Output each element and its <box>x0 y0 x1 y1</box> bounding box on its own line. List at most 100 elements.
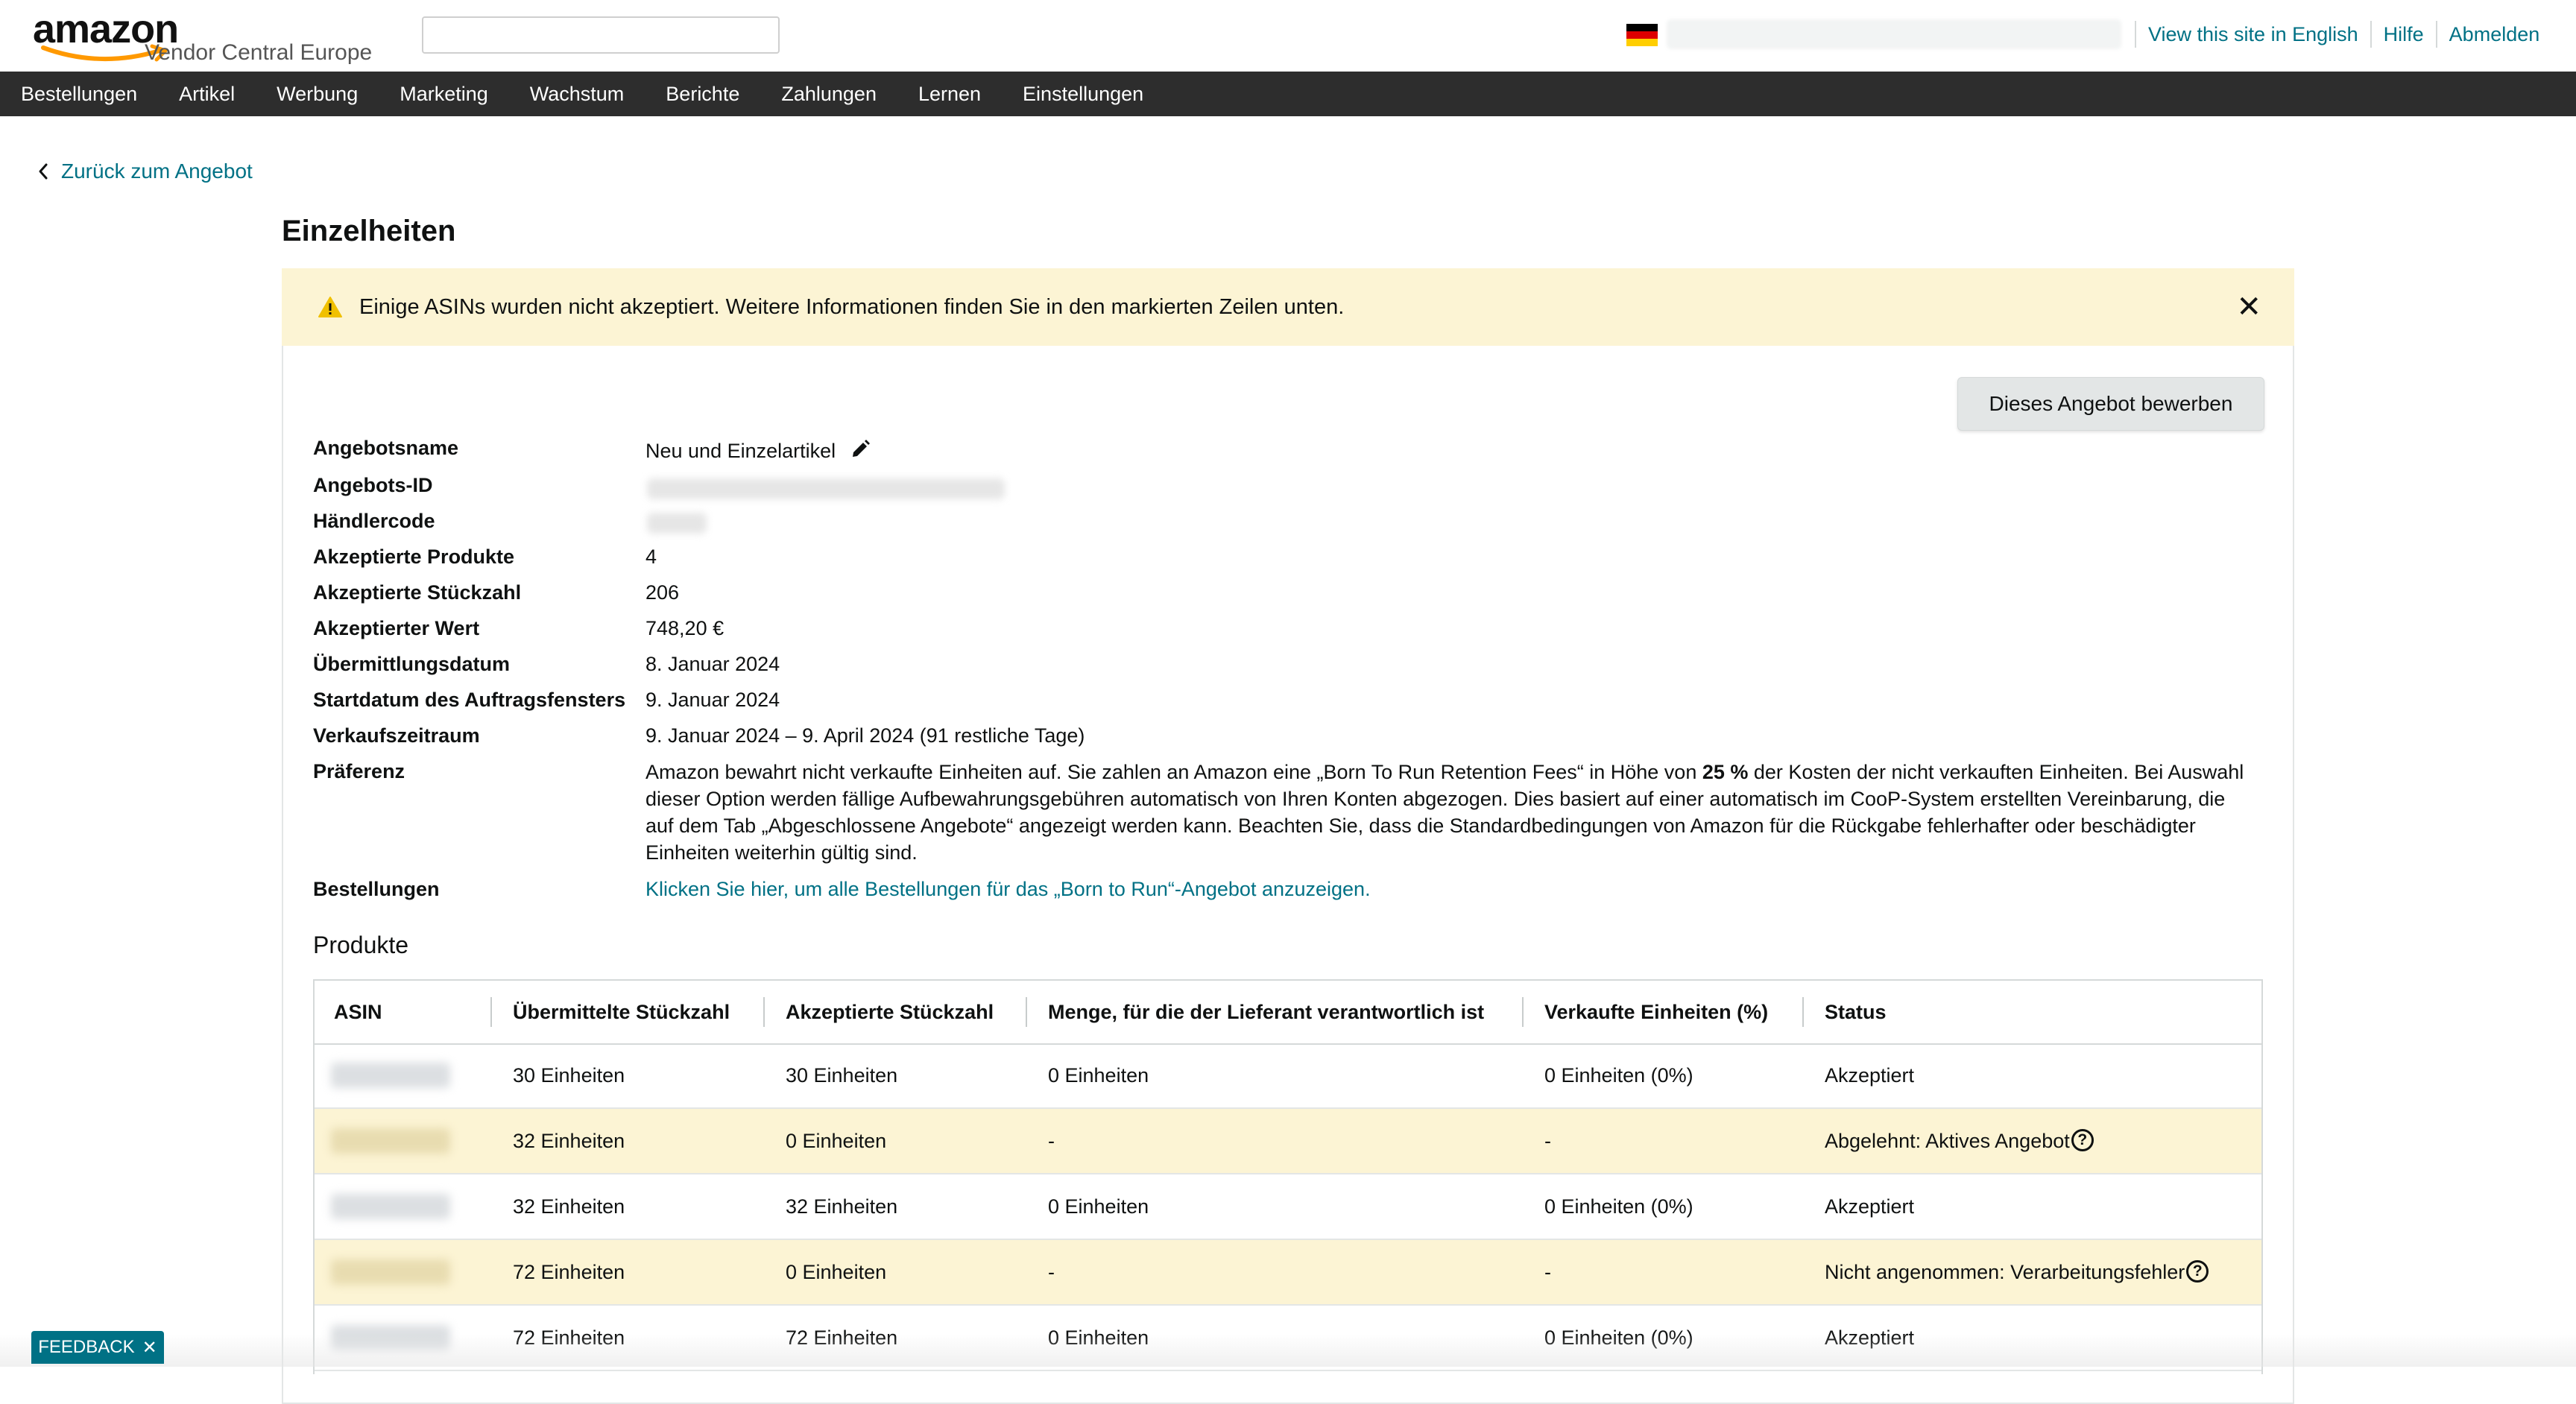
cell-responsible: 0 Einheiten <box>1048 1064 1149 1087</box>
value-offer-name: Neu und Einzelartikel <box>645 438 871 463</box>
cell-accepted: 0 Einheiten <box>786 1261 887 1283</box>
value-order-window-start: 9. Januar 2024 <box>645 689 780 711</box>
label-order-window-start: Startdatum des Auftragsfensters <box>313 689 626 711</box>
offer-name-text: Neu und Einzelartikel <box>645 440 836 462</box>
help-circle-icon[interactable]: ? <box>2071 1128 2094 1151</box>
cell-status: Akzeptiert <box>1825 1064 1915 1087</box>
cell-accepted: 72 Einheiten <box>786 1326 898 1349</box>
cell-sold: 0 Einheiten (0%) <box>1544 1326 1693 1349</box>
value-accepted-value: 748,20 € <box>645 617 724 639</box>
column-divider[interactable] <box>1802 997 1804 1027</box>
status-text: Abgelehnt: Aktives Angebot <box>1825 1130 2070 1152</box>
warning-alert: Einige ASINs wurden nicht akzeptiert. We… <box>282 268 2294 346</box>
column-divider[interactable] <box>1522 997 1524 1027</box>
asin-redacted <box>331 1063 450 1088</box>
cell-responsible: 0 Einheiten <box>1048 1326 1149 1349</box>
cell-submitted: 72 Einheiten <box>513 1261 625 1283</box>
cell-submitted: 32 Einheiten <box>513 1130 625 1152</box>
value-preference: Amazon bewahrt nicht verkaufte Einheiten… <box>645 759 2255 866</box>
feedback-tab[interactable]: FEEDBACK ✕ <box>31 1331 164 1364</box>
table-header: ASIN Übermittelte Stückzahl Akzeptierte … <box>315 981 2261 1045</box>
cell-accepted: 0 Einheiten <box>786 1130 887 1152</box>
page-title: Einzelheiten <box>282 215 456 247</box>
column-header-submitted[interactable]: Übermittelte Stückzahl <box>513 981 730 1043</box>
back-to-offer-link[interactable]: Zurück zum Angebot <box>37 159 253 183</box>
column-header-accepted[interactable]: Akzeptierte Stückzahl <box>786 981 994 1043</box>
products-table: ASIN Übermittelte Stückzahl Akzeptierte … <box>313 979 2263 1374</box>
label-accepted-value: Akzeptierter Wert <box>313 617 480 639</box>
value-accepted-products: 4 <box>645 546 657 568</box>
help-link[interactable]: Hilfe <box>2384 23 2424 46</box>
value-submission-date: 8. Januar 2024 <box>645 653 780 675</box>
cell-submitted: 30 Einheiten <box>513 1064 625 1087</box>
column-divider[interactable] <box>763 997 765 1027</box>
cell-responsible: 0 Einheiten <box>1048 1195 1149 1218</box>
column-header-status[interactable]: Status <box>1825 981 1887 1043</box>
feedback-label: FEEDBACK <box>38 1337 135 1357</box>
back-link-label: Zurück zum Angebot <box>61 159 253 183</box>
link-separator <box>2135 21 2136 48</box>
cell-status: Akzeptiert <box>1825 1326 1915 1349</box>
account-selector[interactable] <box>1667 19 2121 49</box>
table-row: 72 Einheiten 72 Einheiten 0 Einheiten 0 … <box>315 1306 2261 1371</box>
column-divider[interactable] <box>490 997 492 1027</box>
nav-item-learn[interactable]: Lernen <box>918 83 981 106</box>
main-nav: Bestellungen Artikel Werbung Marketing W… <box>0 72 2576 116</box>
nav-item-settings[interactable]: Einstellungen <box>1023 83 1143 106</box>
offer-id-redacted <box>647 478 1005 499</box>
logout-link[interactable]: Abmelden <box>2449 23 2540 46</box>
nav-item-orders[interactable]: Bestellungen <box>21 83 137 106</box>
warning-icon <box>318 297 342 317</box>
link-separator <box>2370 21 2372 48</box>
nav-item-marketing[interactable]: Marketing <box>400 83 488 106</box>
nav-item-payments[interactable]: Zahlungen <box>781 83 877 106</box>
bid-offer-button[interactable]: Dieses Angebot bewerben <box>1957 377 2264 431</box>
column-header-sold[interactable]: Verkaufte Einheiten (%) <box>1544 981 1768 1043</box>
pencil-edit-icon[interactable] <box>849 438 871 461</box>
cell-accepted: 32 Einheiten <box>786 1195 898 1218</box>
logo-subtitle: Vendor Central Europe <box>145 40 373 65</box>
asin-redacted <box>331 1128 450 1154</box>
link-separator <box>2435 21 2437 48</box>
label-preference: Präferenz <box>313 760 405 782</box>
alert-message: Einige ASINs wurden nicht akzeptiert. We… <box>359 294 1345 319</box>
chevron-left-icon <box>39 163 48 180</box>
column-header-asin[interactable]: ASIN <box>334 981 382 1043</box>
cell-status: Nicht angenommen: Verarbeitungsfehler? <box>1825 1240 2209 1304</box>
cell-responsible: - <box>1048 1261 1055 1283</box>
label-accepted-units: Akzeptierte Stückzahl <box>313 581 522 604</box>
value-sales-period: 9. Januar 2024 – 9. April 2024 (91 restl… <box>645 724 1085 747</box>
search-input[interactable] <box>422 16 780 54</box>
label-offer-id: Angebots-ID <box>313 474 433 496</box>
close-icon[interactable]: ✕ <box>2236 292 2261 322</box>
asin-redacted <box>331 1259 450 1285</box>
column-header-responsible[interactable]: Menge, für die der Lieferant verantwortl… <box>1048 981 1484 1043</box>
products-section-title: Produkte <box>313 932 409 958</box>
nav-item-advertising[interactable]: Werbung <box>277 83 358 106</box>
view-english-link[interactable]: View this site in English <box>2148 23 2358 46</box>
asin-redacted <box>331 1194 450 1219</box>
cell-sold: 0 Einheiten (0%) <box>1544 1195 1693 1218</box>
label-sales-period: Verkaufszeitraum <box>313 724 480 747</box>
nav-item-reports[interactable]: Berichte <box>666 83 739 106</box>
label-submission-date: Übermittlungsdatum <box>313 653 511 675</box>
preference-text-1: Amazon bewahrt nicht verkaufte Einheiten… <box>645 761 1702 783</box>
header-links: View this site in English Hilfe Abmelden <box>2123 19 2539 49</box>
vendor-code-redacted <box>647 513 707 534</box>
close-icon[interactable]: ✕ <box>142 1337 157 1359</box>
view-orders-link[interactable]: Klicken Sie hier, um alle Bestellungen f… <box>645 878 1371 901</box>
help-circle-icon[interactable]: ? <box>2186 1259 2209 1283</box>
column-divider[interactable] <box>1026 997 1027 1027</box>
cell-status: Abgelehnt: Aktives Angebot? <box>1825 1109 2094 1173</box>
amazon-vendor-central-logo[interactable]: amazon Vendor Central Europe <box>33 6 383 69</box>
cell-responsible: - <box>1048 1130 1055 1152</box>
table-row-flagged: 72 Einheiten 0 Einheiten - - Nicht angen… <box>315 1240 2261 1306</box>
cell-submitted: 72 Einheiten <box>513 1326 625 1349</box>
flag-stripe-gold <box>1626 39 1658 46</box>
nav-item-items[interactable]: Artikel <box>179 83 235 106</box>
nav-item-growth[interactable]: Wachstum <box>530 83 625 106</box>
label-offer-name: Angebotsname <box>313 437 459 459</box>
flag-stripe-red <box>1626 31 1658 39</box>
germany-flag-icon[interactable] <box>1626 24 1658 46</box>
preference-fee-percent: 25 % <box>1702 761 1749 783</box>
